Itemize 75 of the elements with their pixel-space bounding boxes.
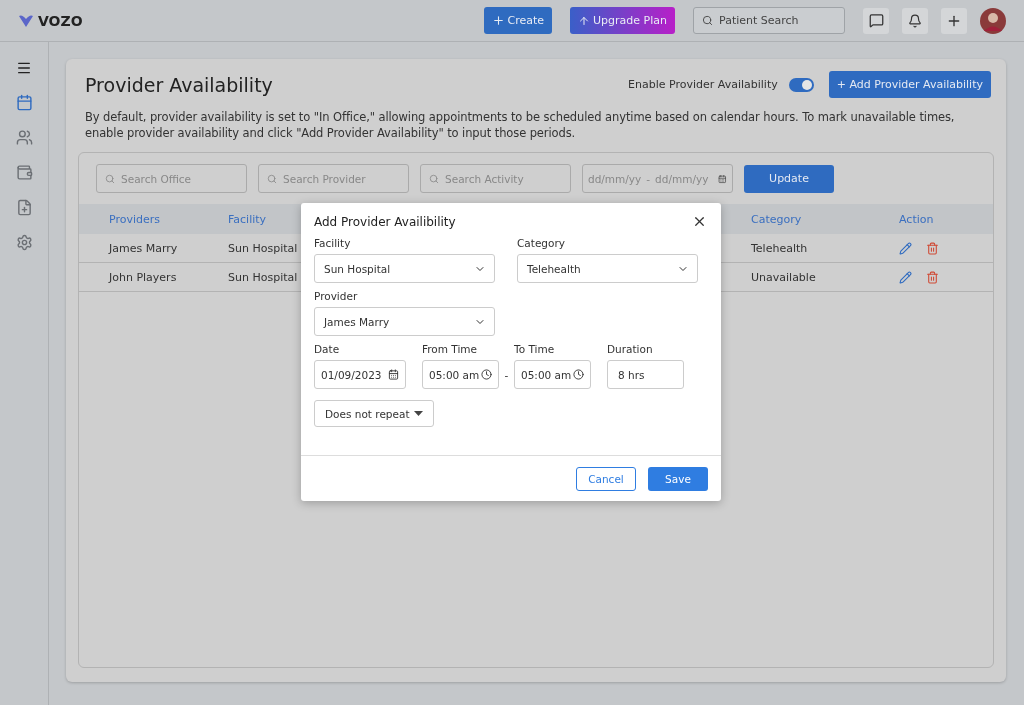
- provider-select[interactable]: James Marry: [314, 307, 495, 336]
- logo-text: VOZO: [38, 12, 83, 29]
- field-label: To Time: [514, 343, 556, 355]
- to-time-field[interactable]: 05:00 am: [514, 360, 591, 389]
- avatar[interactable]: [980, 7, 1006, 34]
- separator: -: [503, 369, 510, 383]
- plus-icon: [491, 14, 505, 27]
- search-icon: [702, 15, 713, 26]
- trash-icon[interactable]: [926, 241, 939, 255]
- column-header: Action: [899, 212, 934, 226]
- add-button[interactable]: [941, 7, 967, 34]
- caret-icon: [414, 411, 423, 416]
- calendar-icon[interactable]: [15, 94, 33, 111]
- chat-icon: [868, 13, 884, 28]
- bell-icon: [908, 13, 922, 28]
- field-label: Date: [314, 343, 341, 355]
- people-icon[interactable]: [15, 129, 33, 146]
- field-label: From Time: [422, 343, 479, 355]
- facility-select[interactable]: Sun Hospital: [314, 254, 495, 283]
- table-cell: Sun Hospital: [228, 241, 298, 255]
- upgrade-plan-button[interactable]: Upgrade Plan: [570, 7, 675, 34]
- column-header: Category: [751, 212, 802, 226]
- from-time-field[interactable]: 05:00 am: [422, 360, 499, 389]
- table-cell: Unavailable: [751, 270, 816, 284]
- field-label: Duration: [607, 343, 654, 355]
- column-header: Facility: [228, 212, 267, 226]
- calendar-icon: [718, 172, 727, 185]
- repeat-select[interactable]: Does not repeat: [314, 400, 434, 427]
- menu-icon[interactable]: [16, 60, 32, 76]
- close-icon[interactable]: [692, 214, 707, 229]
- notifications-button[interactable]: [902, 7, 928, 34]
- table-cell: Telehealth: [751, 241, 808, 255]
- table-cell: John Players: [109, 270, 177, 284]
- separator: -: [646, 172, 651, 185]
- category-select[interactable]: Telehealth: [517, 254, 698, 283]
- field-label: Provider: [314, 290, 359, 302]
- clock-icon: [573, 369, 584, 380]
- column-header: Providers: [109, 212, 161, 226]
- placeholder: Search Provider: [283, 172, 366, 185]
- clock-icon: [481, 369, 492, 380]
- date-field[interactable]: 01/09/2023: [314, 360, 406, 389]
- page-title: Provider Availability: [85, 73, 274, 96]
- description-text: By default, provider availability is set to "In Office," allowing appointments to be scheduled anytime based on calendar hours. To mark unavailable times, enable provider availability and click "Add Provider Availability" to input those periods.: [84, 109, 956, 142]
- calendar-icon: [388, 369, 399, 380]
- save-button[interactable]: Save: [648, 466, 708, 491]
- create-button[interactable]: Create: [483, 7, 553, 34]
- table-cell: James Marry: [109, 241, 178, 255]
- update-button[interactable]: Update: [744, 164, 834, 193]
- edit-icon[interactable]: [899, 270, 912, 284]
- logo-icon: [18, 13, 34, 28]
- edit-icon[interactable]: [899, 241, 912, 255]
- placeholder: Search Office: [121, 172, 192, 185]
- file-plus-icon[interactable]: [15, 199, 33, 216]
- dialog-title: Add Provider Availibility: [314, 214, 456, 229]
- trash-icon[interactable]: [926, 270, 939, 284]
- field-label: Facility: [314, 237, 352, 249]
- placeholder: dd/mm/yy: [655, 172, 709, 185]
- toggle-switch[interactable]: [788, 77, 814, 92]
- placeholder: Search Activity: [445, 172, 524, 185]
- field-label: Category: [517, 237, 566, 249]
- search-icon: [429, 173, 439, 184]
- arrow-up-icon: [578, 14, 591, 27]
- messages-button[interactable]: [863, 7, 889, 34]
- wallet-icon[interactable]: [15, 164, 33, 181]
- placeholder: dd/mm/yy: [588, 172, 642, 185]
- table-cell: Sun Hospital: [228, 270, 298, 284]
- add-availability-button[interactable]: + Add Provider Availability: [828, 71, 991, 98]
- toggle-label: Enable Provider Availability: [628, 78, 778, 91]
- duration-field[interactable]: 8 hrs: [607, 360, 684, 389]
- search-icon: [267, 173, 277, 184]
- cancel-button[interactable]: Cancel: [576, 466, 636, 491]
- search-icon: [105, 173, 115, 184]
- search-placeholder: Patient Search: [719, 14, 799, 27]
- settings-icon[interactable]: [15, 234, 33, 251]
- patient-search-field[interactable]: Patient Search: [693, 7, 845, 34]
